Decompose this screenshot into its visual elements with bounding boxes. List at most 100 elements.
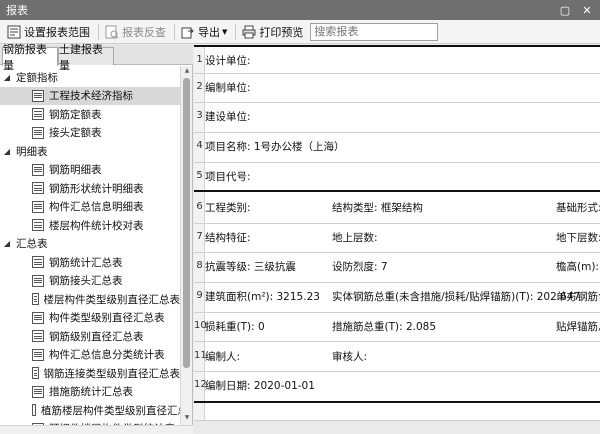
tree-group[interactable]: ◢ 明细表 xyxy=(0,142,180,160)
building-area-field: 建筑面积(m²): 3215.23 xyxy=(205,291,320,303)
tree-item[interactable]: 钢筋接头汇总表 xyxy=(0,272,180,290)
row-number: 2 xyxy=(196,81,203,92)
tree-item[interactable]: 措施筋统计汇总表 xyxy=(0,383,180,401)
tree-item[interactable]: 钢筋统计汇总表 xyxy=(0,253,180,271)
foundation-type-label: 基础形式: xyxy=(556,202,600,214)
row-divider xyxy=(194,73,600,74)
set-report-range-button[interactable]: 设置报表范围 xyxy=(4,22,93,42)
tree-scrollbar[interactable]: ▲ ▼ xyxy=(180,66,192,425)
tree-item-label: 钢筋明细表 xyxy=(49,164,102,176)
measure-rebar-weight-field: 措施筋总重(T): 2.085 xyxy=(332,321,437,333)
tree-item-label: 楼层构件统计校对表 xyxy=(49,219,144,232)
tree-item-label: 钢筋形状统计明细表 xyxy=(49,182,144,195)
row-number: 1 xyxy=(196,54,203,65)
row-number: 4 xyxy=(196,140,203,151)
toolbar-separator xyxy=(174,23,175,40)
tree-item-label: 钢筋统计汇总表 xyxy=(49,256,123,269)
row-number: 10 xyxy=(194,320,207,331)
tree-item[interactable]: 构件类型级别直径汇总表 xyxy=(0,309,180,327)
chevron-down-icon: ▼ xyxy=(222,27,228,36)
compile-date-field: 编制日期: 2020-01-01 xyxy=(205,380,315,392)
tree-item[interactable]: 钢筋定额表 xyxy=(0,105,180,123)
report-preview: 1 2 3 4 5 6 7 8 9 10 11 12 设计单位: 编制单位: 建… xyxy=(194,45,600,434)
tree-group[interactable]: ◢ 汇总表 xyxy=(0,235,180,253)
tab-rebar-report[interactable]: 钢筋报表量 xyxy=(2,43,58,72)
window-title: 报表 xyxy=(6,4,28,17)
tree-group[interactable]: ◢ 定额指标 xyxy=(0,68,180,86)
export-button[interactable]: 导出 ▼ xyxy=(178,22,230,42)
reverse-check-icon xyxy=(105,25,119,39)
tree-item[interactable]: 钢筋级别直径汇总表 xyxy=(0,327,180,345)
project-code-label: 项目代号: xyxy=(205,171,251,183)
expand-arrow-icon[interactable]: ◢ xyxy=(2,239,12,248)
toolbar-separator xyxy=(235,23,237,40)
total-rebar-weight-field: 实体钢筋总重(未含措施/损耗/贴焊锚筋)(T): 202.647 xyxy=(332,291,581,303)
tree-item[interactable]: 钢筋明细表 xyxy=(0,161,180,179)
report-border-top xyxy=(194,45,600,47)
row-divider xyxy=(194,223,600,224)
row-number: 5 xyxy=(196,170,203,181)
maximize-icon[interactable]: ▢ xyxy=(554,1,576,19)
set-report-range-label: 设置报表范围 xyxy=(24,25,90,39)
report-document-icon xyxy=(32,311,44,324)
row-number: 8 xyxy=(196,260,203,271)
compiling-unit-label: 编制单位: xyxy=(205,82,251,94)
tree-item[interactable]: 工程技术经济指标 xyxy=(0,86,180,105)
report-document-icon xyxy=(32,348,44,361)
report-border-bottom xyxy=(194,401,600,403)
tree-item[interactable]: 接头定额表 xyxy=(0,124,180,142)
tree-item[interactable]: 楼层构件统计校对表 xyxy=(0,216,180,234)
structure-feature-label: 结构特征: xyxy=(205,232,251,244)
report-document-icon xyxy=(32,293,39,305)
report-document-icon xyxy=(32,182,44,194)
tree-item-label: 植筋楼层构件类型级别直径汇总表 xyxy=(41,404,180,417)
tree-item-label: 构件汇总信息分类统计表 xyxy=(49,349,165,361)
expand-arrow-icon[interactable]: ◢ xyxy=(2,147,12,156)
tree-group-label: 明细表 xyxy=(16,145,48,158)
report-reverse-check-button[interactable]: 报表反查 xyxy=(102,22,169,42)
report-document-icon xyxy=(32,163,44,176)
toolbar-separator xyxy=(98,23,99,40)
print-preview-button[interactable]: 打印预览 xyxy=(239,22,306,42)
row-number: 9 xyxy=(196,290,203,301)
report-document-icon xyxy=(32,108,44,120)
tree-group-label: 汇总表 xyxy=(16,238,48,250)
tree-item-label: 接头定额表 xyxy=(49,127,102,139)
row-divider xyxy=(194,282,600,283)
reviewer-label: 审核人: xyxy=(332,351,368,363)
tree-item[interactable]: 构件汇总信息分类统计表 xyxy=(0,346,180,364)
expand-arrow-icon[interactable]: ◢ xyxy=(2,73,12,82)
preview-horizontal-scrollbar[interactable] xyxy=(194,420,600,434)
report-list-panel: 钢筋报表量 土建报表量 ◢ 定额指标 工程技术经济指标 钢筋定额表 接头定额表 ◢ 明细表钢… xyxy=(0,43,193,434)
report-document-icon xyxy=(32,200,44,213)
report-document-icon xyxy=(32,367,39,379)
tree-item[interactable]: 钢筋连接类型级别直径汇总表 xyxy=(0,364,180,382)
tab-civil-report[interactable]: 土建报表量 xyxy=(58,43,114,72)
export-icon xyxy=(181,25,195,39)
row-number: 6 xyxy=(196,201,203,212)
printer-icon xyxy=(242,25,256,39)
tree-item[interactable]: 构件汇总信息明细表 xyxy=(0,198,180,216)
report-search-input[interactable] xyxy=(310,22,439,41)
scroll-up-icon[interactable]: ▲ xyxy=(181,67,193,77)
tree-item[interactable]: 植筋楼层构件类型级别直径汇总表 xyxy=(0,401,180,419)
report-reverse-check-label: 报表反查 xyxy=(122,25,166,39)
close-icon[interactable]: ✕ xyxy=(576,1,598,19)
design-unit-label: 设计单位: xyxy=(205,55,251,67)
scrollbar-thumb[interactable] xyxy=(183,78,190,368)
settings-report-icon xyxy=(7,25,21,39)
tree-item-label: 措施筋统计汇总表 xyxy=(49,386,133,398)
row-divider xyxy=(194,102,600,103)
unit-rebar-content-label: 单方钢筋含 xyxy=(556,291,600,303)
tree-item[interactable]: 楼层构件类型级别直径汇总表 xyxy=(0,290,180,308)
tree-item[interactable]: 钢筋形状统计明细表 xyxy=(0,179,180,197)
project-name-field: 项目名称: 1号办公楼（上海） xyxy=(205,141,345,153)
scroll-down-icon[interactable]: ▼ xyxy=(181,414,193,424)
row-divider xyxy=(194,252,600,253)
export-label: 导出 xyxy=(198,25,220,39)
tree-item-label: 钢筋定额表 xyxy=(49,108,102,121)
report-section-divider xyxy=(194,190,600,192)
row-number: 7 xyxy=(196,231,203,242)
report-tree: ◢ 定额指标 工程技术经济指标钢筋定额表接头定额表 ◢ 明细表 钢筋明细表钢筋形状统计明细… xyxy=(0,66,180,425)
tree-horizontal-scrollbar[interactable] xyxy=(0,425,193,434)
